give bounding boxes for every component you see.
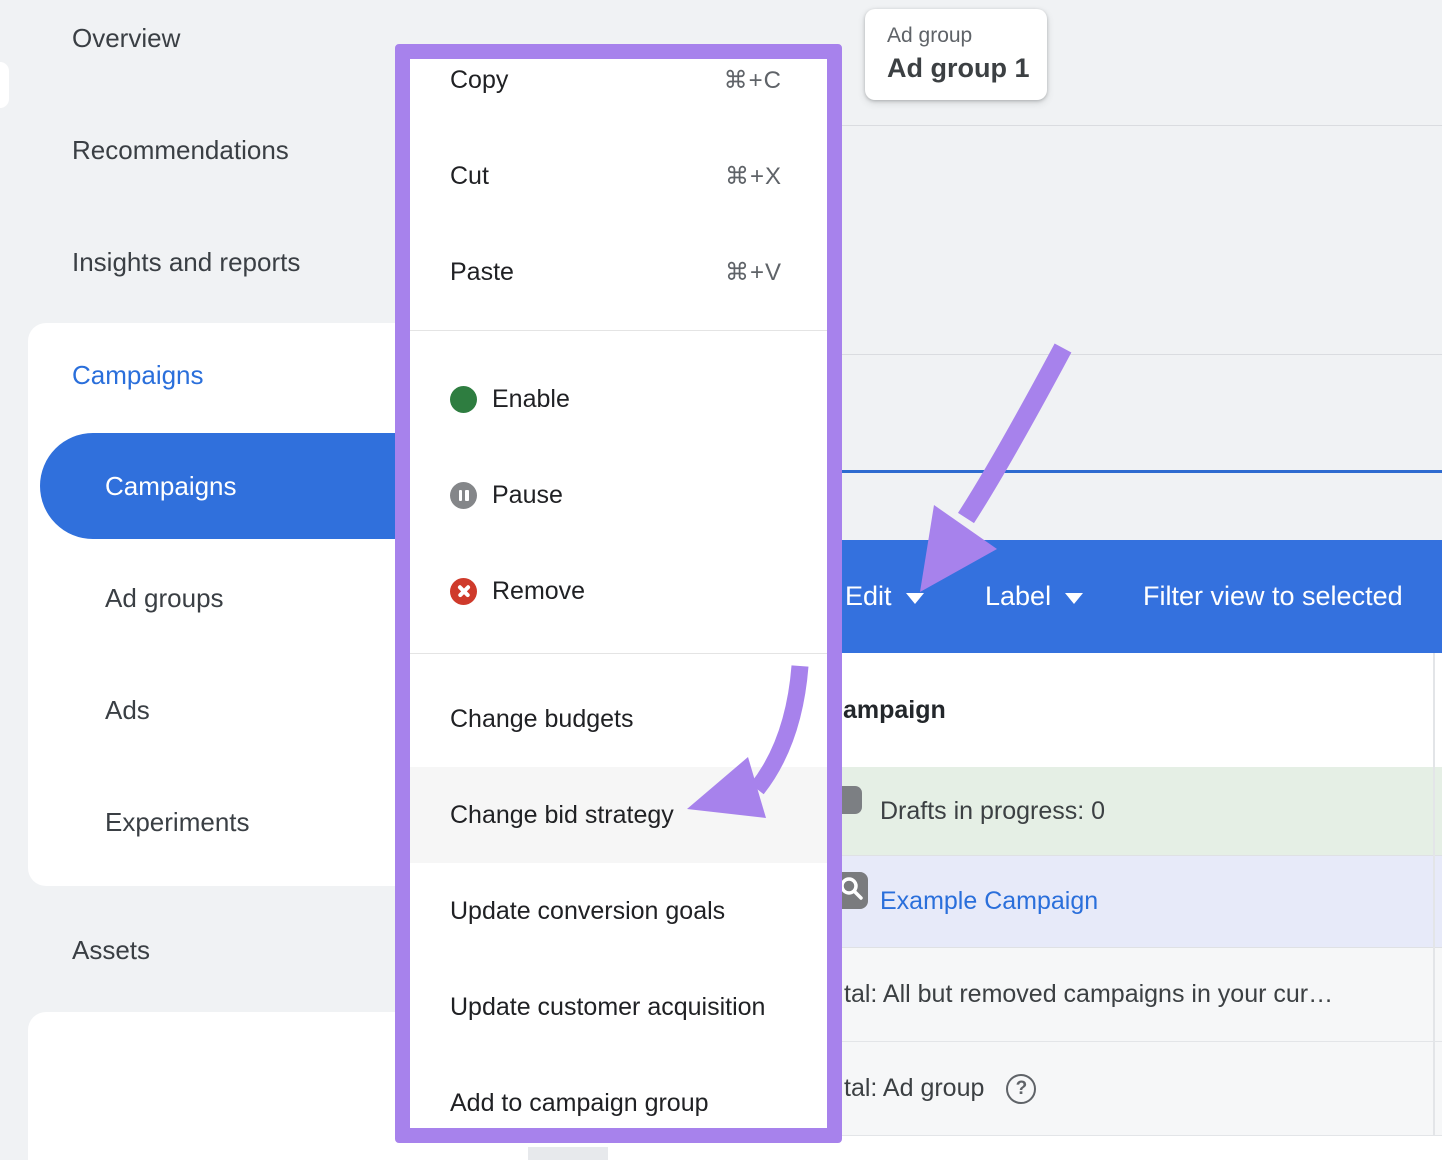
drafts-row-label: Drafts in progress: 0 [880, 797, 1105, 826]
paste-shortcut: ⌘+V [725, 258, 782, 287]
total-ad-group-label: tal: Ad group [844, 1074, 984, 1103]
sidebar-item-overview[interactable]: Overview [72, 21, 180, 55]
edit-dropdown-button[interactable]: Edit [845, 581, 924, 612]
help-icon[interactable]: ? [1006, 1074, 1036, 1104]
label-dropdown-label: Label [985, 581, 1051, 612]
column-divider [1433, 653, 1435, 1136]
enable-label: Enable [492, 385, 570, 414]
enable-status-icon [450, 386, 477, 413]
edit-context-menu: Copy ⌘+C Cut ⌘+X Paste ⌘+V Enable Pause … [395, 44, 842, 1143]
change-bid-strategy-label: Change bid strategy [450, 801, 674, 830]
add-to-campaign-group-label: Add to campaign group [450, 1089, 709, 1118]
paste-label: Paste [450, 258, 514, 287]
menu-item-pause[interactable]: Pause [410, 469, 827, 521]
scrollbar-fragment[interactable] [528, 1147, 608, 1160]
copy-shortcut: ⌘+C [724, 66, 782, 95]
pause-label: Pause [492, 481, 563, 510]
remove-label: Remove [492, 577, 585, 606]
total-all-campaigns-label: tal: All but removed campaigns in your c… [844, 980, 1333, 1009]
change-budgets-label: Change budgets [450, 705, 633, 734]
campaigns-nav-card: Campaigns Campaigns Ad groups Ads Experi… [28, 323, 400, 886]
update-customer-acquisition-label: Update customer acquisition [450, 993, 765, 1022]
sidebar-item-insights-and-reports[interactable]: Insights and reports [72, 245, 300, 279]
menu-item-remove[interactable]: Remove [410, 565, 827, 617]
sidebar-item-ad-groups[interactable]: Ad groups [105, 581, 224, 615]
update-conversion-goals-label: Update conversion goals [450, 897, 725, 926]
filter-view-button[interactable]: Filter view to selected [1143, 581, 1403, 612]
copy-label: Copy [450, 66, 508, 95]
sidebar-item-campaigns-selected[interactable]: Campaigns [40, 433, 400, 539]
remove-status-icon [450, 578, 477, 605]
menu-item-enable[interactable]: Enable [410, 373, 827, 425]
google-ads-screen: Edit Label Filter view to selected ampai… [0, 0, 1442, 1160]
tooltip-title: Ad group [887, 22, 1047, 50]
chevron-down-icon [1065, 593, 1083, 604]
menu-item-update-customer-acquisition[interactable]: Update customer acquisition [410, 981, 827, 1033]
sidebar-section-campaigns[interactable]: Campaigns [72, 358, 204, 392]
navigation-sidebar: Overview Recommendations Insights and re… [0, 0, 400, 1160]
chevron-down-icon [906, 593, 924, 604]
menu-item-paste[interactable]: Paste ⌘+V [410, 246, 827, 298]
menu-divider [410, 330, 827, 331]
tooltip-value: Ad group 1 [887, 50, 1047, 86]
menu-item-change-budgets[interactable]: Change budgets [410, 693, 827, 745]
selected-item-label: Campaigns [105, 471, 237, 502]
sidebar-item-ads[interactable]: Ads [105, 693, 150, 727]
sidebar-item-assets[interactable]: Assets [72, 933, 150, 967]
edit-dropdown-label: Edit [845, 581, 892, 612]
example-campaign-link[interactable]: Example Campaign [880, 887, 1098, 916]
menu-item-copy[interactable]: Copy ⌘+C [410, 54, 827, 106]
campaign-column-header[interactable]: ampaign [843, 696, 946, 725]
menu-item-change-bid-strategy[interactable]: Change bid strategy [410, 789, 827, 841]
pause-status-icon [450, 482, 477, 509]
audiences-nav-card: Audiences, keywords and content [28, 1012, 400, 1160]
menu-item-cut[interactable]: Cut ⌘+X [410, 150, 827, 202]
cut-label: Cut [450, 162, 489, 191]
sidebar-item-recommendations[interactable]: Recommendations [72, 133, 289, 167]
label-dropdown-button[interactable]: Label [985, 581, 1083, 612]
menu-item-update-conversion-goals[interactable]: Update conversion goals [410, 885, 827, 937]
menu-divider [410, 653, 827, 654]
menu-item-add-to-campaign-group[interactable]: Add to campaign group [410, 1077, 827, 1129]
ad-group-tooltip: Ad group Ad group 1 [865, 9, 1047, 100]
filter-view-label: Filter view to selected [1143, 581, 1403, 612]
nav-edge-fragment [0, 62, 9, 108]
cut-shortcut: ⌘+X [725, 162, 782, 191]
sidebar-item-experiments[interactable]: Experiments [105, 805, 250, 839]
